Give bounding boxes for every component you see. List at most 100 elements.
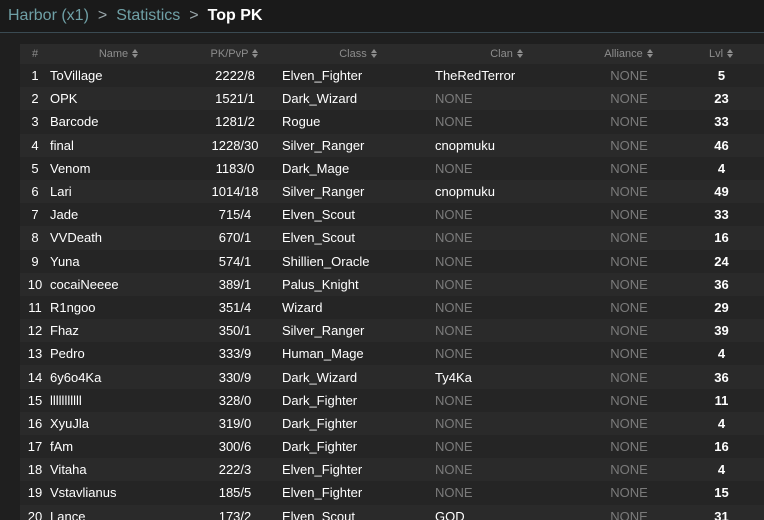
pk-pvp-cell: 1281/2 xyxy=(215,114,255,130)
table-row: 3 Barcode 1281/2 Rogue NONE NONE 33 xyxy=(20,110,764,134)
player-name-cell: cocaiNeeee xyxy=(50,276,119,292)
table-row: 20 Lance 173/2 Elven_Scout GOD NONE 31 xyxy=(20,504,764,520)
table-row: 10 cocaiNeeee 389/1 Palus_Knight NONE NONE 36 xyxy=(20,272,764,296)
level-cell: 16 xyxy=(714,230,729,246)
top-bar: Harbor (x1) > Statistics > Top PK xyxy=(0,0,764,33)
pk-pvp-cell: 173/2 xyxy=(218,508,252,520)
table-row: 9 Yuna 574/1 Shillien_Oracle NONE NONE 24 xyxy=(20,249,764,273)
class-cell: Dark_Fighter xyxy=(282,415,358,431)
rank-cell: 6 xyxy=(31,184,39,200)
table-row: 8 VVDeath 670/1 Elven_Scout NONE NONE 16 xyxy=(20,226,764,250)
alliance-cell: NONE xyxy=(610,415,648,431)
rank-cell: 15 xyxy=(27,392,43,408)
class-cell: Dark_Wizard xyxy=(282,369,358,385)
clan-cell: NONE xyxy=(435,346,473,362)
player-name-cell: VVDeath xyxy=(50,230,103,246)
column-header-class[interactable]: Class xyxy=(282,44,435,64)
sort-icon xyxy=(370,48,378,58)
class-cell: Wizard xyxy=(282,299,323,315)
rank-cell: 18 xyxy=(27,462,43,478)
player-name-cell: Vstavlianus xyxy=(50,485,117,501)
pk-pvp-cell: 1014/18 xyxy=(211,184,259,200)
breadcrumb-server-link[interactable]: Harbor (x1) xyxy=(8,7,89,24)
table-row: 7 Jade 715/4 Elven_Scout NONE NONE 33 xyxy=(20,203,764,227)
column-header-pk-pvp[interactable]: PK/PvP xyxy=(188,44,282,64)
column-header-name[interactable]: Name xyxy=(50,44,188,64)
table-body: 1 ToVillage 2222/8 Elven_Fighter TheRedTerro… xyxy=(20,64,764,520)
level-cell: 33 xyxy=(714,207,729,223)
player-name-cell: Yuna xyxy=(50,253,80,269)
class-cell: Human_Mage xyxy=(282,346,364,362)
alliance-cell: NONE xyxy=(610,137,648,153)
level-cell: 29 xyxy=(714,299,729,315)
column-header-level[interactable]: Lvl xyxy=(679,44,764,64)
table-row: 13 Pedro 333/9 Human_Mage NONE NONE 4 xyxy=(20,342,764,366)
rank-cell: 4 xyxy=(31,137,39,153)
player-name-cell: Pedro xyxy=(50,346,85,362)
class-cell: Elven_Fighter xyxy=(282,68,363,84)
rank-cell: 14 xyxy=(27,369,43,385)
sort-icon xyxy=(252,48,259,58)
pk-pvp-cell: 328/0 xyxy=(218,392,252,408)
clan-cell: NONE xyxy=(435,253,473,269)
level-cell: 16 xyxy=(714,439,729,455)
rank-cell: 12 xyxy=(27,323,43,339)
player-name-cell: OPK xyxy=(50,91,78,107)
player-name-cell: Lari xyxy=(50,184,72,200)
rank-cell: 20 xyxy=(27,508,43,520)
pk-pvp-cell: 350/1 xyxy=(218,323,252,339)
alliance-cell: NONE xyxy=(610,439,648,455)
rank-cell: 1 xyxy=(31,68,39,84)
clan-cell: NONE xyxy=(435,415,473,431)
clan-cell: NONE xyxy=(435,299,473,315)
clan-cell: NONE xyxy=(435,114,473,130)
class-cell: Elven_Scout xyxy=(282,508,355,520)
class-cell: Silver_Ranger xyxy=(282,137,365,153)
column-header-clan[interactable]: Clan xyxy=(435,44,579,64)
clan-cell: NONE xyxy=(435,276,473,292)
level-cell: 15 xyxy=(714,485,729,501)
class-cell: Dark_Fighter xyxy=(282,392,358,408)
level-cell: 4 xyxy=(717,415,726,431)
table-row: 14 6y6o4Ka 330/9 Dark_Wizard Ty4Ka NONE 36 xyxy=(20,365,764,389)
pk-pvp-cell: 330/9 xyxy=(218,369,252,385)
alliance-cell: NONE xyxy=(610,462,648,478)
alliance-cell: NONE xyxy=(610,230,648,246)
alliance-cell: NONE xyxy=(610,207,648,223)
player-name-cell: fAm xyxy=(50,439,74,455)
alliance-cell: NONE xyxy=(610,184,648,200)
clan-cell: NONE xyxy=(435,485,473,501)
level-cell: 31 xyxy=(714,508,729,520)
rank-cell: 3 xyxy=(31,114,39,130)
level-cell: 36 xyxy=(714,276,729,292)
rank-cell: 11 xyxy=(28,299,42,315)
breadcrumb-separator: > xyxy=(189,7,199,24)
breadcrumb-statistics-link[interactable]: Statistics xyxy=(116,7,180,24)
clan-cell: TheRedTerror xyxy=(435,68,516,84)
clan-cell: cnopmuku xyxy=(435,184,495,200)
level-cell: 11 xyxy=(714,392,729,408)
column-header-rank[interactable]: # xyxy=(20,44,50,64)
table-row: 15 lllllllllll 328/0 Dark_Fighter NONE NONE 11 xyxy=(20,388,764,412)
rank-cell: 13 xyxy=(27,346,43,362)
pk-pvp-cell: 351/4 xyxy=(218,299,252,315)
table-row: 4 final 1228/30 Silver_Ranger cnopmuku NONE 46 xyxy=(20,133,764,157)
column-header-alliance[interactable]: Alliance xyxy=(579,44,679,64)
player-name-cell: ToVillage xyxy=(50,68,103,84)
alliance-cell: NONE xyxy=(610,253,648,269)
player-name-cell: final xyxy=(50,137,74,153)
rank-cell: 19 xyxy=(27,485,43,501)
class-cell: Silver_Ranger xyxy=(282,184,365,200)
table-row: 1 ToVillage 2222/8 Elven_Fighter TheRedTerro… xyxy=(20,64,764,88)
table-row: 6 Lari 1014/18 Silver_Ranger cnopmuku NONE 49 xyxy=(20,179,764,204)
alliance-cell: NONE xyxy=(610,485,648,501)
clan-cell: NONE xyxy=(435,230,473,246)
clan-cell: NONE xyxy=(435,91,473,107)
rank-cell: 9 xyxy=(31,253,39,269)
alliance-cell: NONE xyxy=(610,68,648,84)
class-cell: Dark_Wizard xyxy=(282,91,358,107)
table-header-row: # Name PK/PvP Class Clan Alliance Lvl xyxy=(20,44,764,64)
level-cell: 23 xyxy=(714,91,729,107)
rank-cell: 7 xyxy=(31,207,39,223)
pk-pvp-cell: 670/1 xyxy=(218,230,252,246)
